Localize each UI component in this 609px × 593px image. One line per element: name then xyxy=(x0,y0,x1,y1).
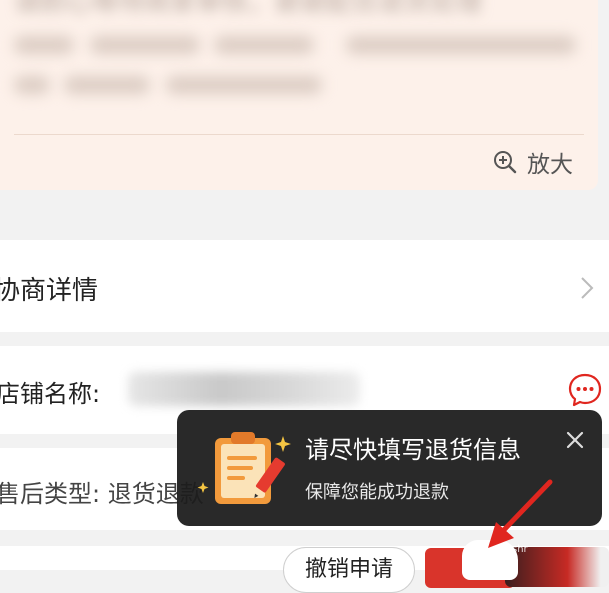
annotation-arrow-icon xyxy=(470,476,560,560)
blurred-note-bar xyxy=(166,76,322,94)
negotiation-details-row[interactable]: 协商详情 xyxy=(0,240,609,332)
chevron-right-icon xyxy=(580,276,594,304)
blurred-note-bar xyxy=(214,36,314,54)
negotiation-details-label: 协商详情 xyxy=(0,276,99,306)
zoom-button[interactable]: 放大 xyxy=(493,145,573,179)
negotiation-note-card: 请耐心等待商家审核，谢谢配合退货处理 放大 xyxy=(0,0,598,190)
tooltip-title: 请尽快填写退货信息 xyxy=(305,436,521,464)
zoom-label: 放大 xyxy=(527,152,573,178)
store-name-blurred xyxy=(128,372,360,406)
note-divider xyxy=(14,134,584,135)
zoom-in-icon xyxy=(493,150,517,174)
blurred-note-bar xyxy=(14,76,50,94)
store-name-label: 店铺名称: xyxy=(0,380,101,408)
blurred-note-bar xyxy=(14,36,74,54)
blurred-note-text: 请耐心等待商家审核，谢谢配合退货处理 xyxy=(14,0,483,18)
blurred-note-bar xyxy=(64,76,150,94)
tooltip-subtitle: 保障您能成功退款 xyxy=(305,482,449,503)
withdraw-request-button[interactable]: 撤销申请 xyxy=(283,547,415,593)
clipboard-pencil-icon xyxy=(197,428,293,514)
blurred-note-bar xyxy=(346,36,576,54)
chat-bubble-icon[interactable] xyxy=(567,372,603,412)
close-icon[interactable] xyxy=(563,428,587,452)
aftersale-type-label: 售后类型: 退货退款 xyxy=(0,480,204,508)
blurred-note-bar xyxy=(90,36,200,54)
